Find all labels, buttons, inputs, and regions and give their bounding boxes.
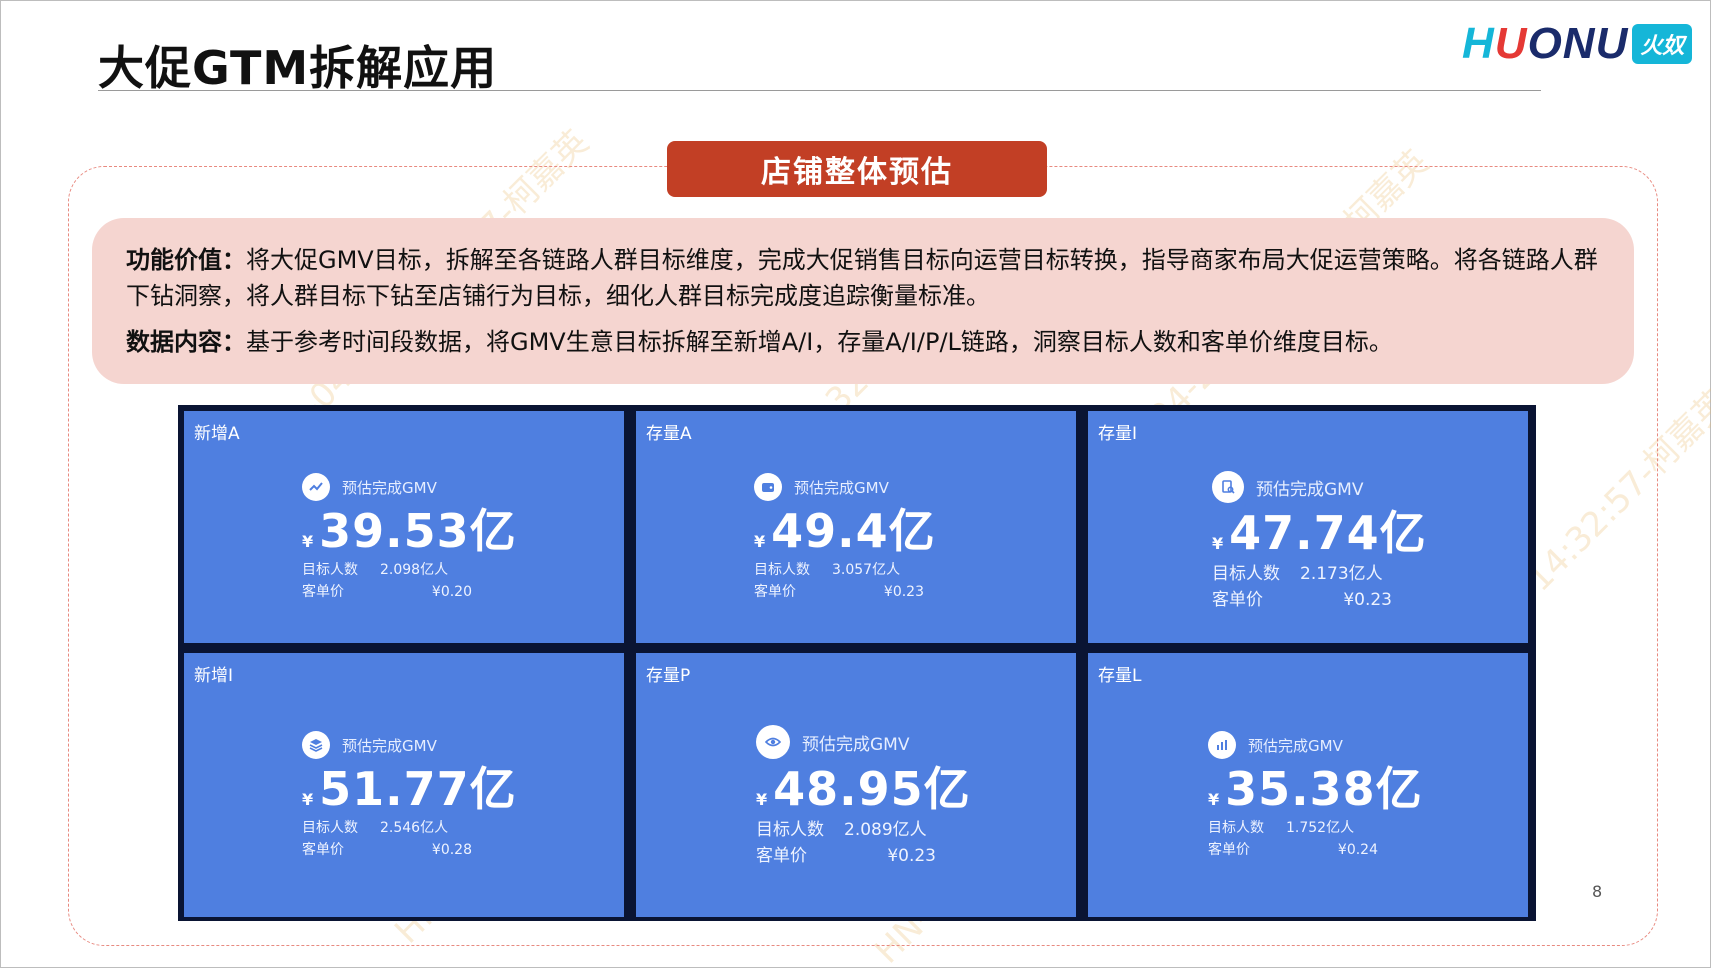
metric-card-stock-i: 存量I 预估完成GMV ¥47.74亿 目标人数 2.173亿人 客单价 ¥0.23 (1088, 411, 1528, 643)
gmv-label: 预估完成GMV (342, 478, 437, 497)
price-label: 客单价 (302, 584, 344, 600)
people-value: 2.089亿人 (844, 820, 927, 840)
currency-symbol: ¥ (756, 790, 768, 809)
people-label: 目标人数 (302, 820, 358, 836)
gmv-value: 51.77亿 (319, 762, 517, 816)
section-title: 店铺整体预估 (667, 141, 1047, 197)
currency-symbol: ¥ (302, 532, 314, 551)
people-label: 目标人数 (302, 562, 358, 578)
currency-symbol: ¥ (302, 790, 314, 809)
gmv-value: 39.53亿 (319, 504, 517, 558)
layers-icon (302, 731, 330, 759)
people-value: 1.752亿人 (1286, 820, 1355, 836)
gmv-label: 预估完成GMV (1256, 479, 1364, 500)
price-value: ¥0.23 (887, 846, 936, 866)
price-value: ¥0.24 (1337, 842, 1378, 858)
people-label: 目标人数 (1208, 820, 1264, 836)
people-label: 目标人数 (754, 562, 810, 578)
wallet-icon (754, 473, 782, 501)
price-value: ¥0.28 (431, 842, 472, 858)
card-title: 存量P (646, 666, 691, 686)
gmv-value: 47.74亿 (1229, 506, 1427, 560)
price-value: ¥0.23 (1343, 590, 1392, 610)
card-title: 新增A (194, 424, 240, 444)
gmv-value: 48.95亿 (773, 762, 971, 816)
metric-card-stock-l: 存量L 预估完成GMV ¥35.38亿 目标人数 1.752亿人 客单价 ¥0.24 (1088, 653, 1528, 917)
currency-symbol: ¥ (754, 532, 766, 551)
people-value: 2.173亿人 (1300, 564, 1383, 584)
title-divider (98, 90, 1541, 91)
page-title: 大促GTM拆解应用 (98, 41, 498, 95)
metric-card-stock-p: 存量P 预估完成GMV ¥48.95亿 目标人数 2.089亿人 客单价 ¥0.23 (636, 653, 1076, 917)
price-label: 客单价 (756, 846, 807, 866)
card-title: 存量L (1098, 666, 1142, 686)
gmv-label: 预估完成GMV (342, 736, 437, 755)
eye-icon (756, 725, 790, 759)
info-line-content: 数据内容：基于参考时间段数据，将GMV生意目标拆解至新增A/I，存量A/I/P/… (126, 328, 1393, 356)
gmv-value: 35.38亿 (1225, 762, 1423, 816)
brand-logo: HUONU 火奴 (1462, 19, 1693, 68)
price-value: ¥0.23 (883, 584, 924, 600)
people-label: 目标人数 (1212, 564, 1280, 584)
currency-symbol: ¥ (1208, 790, 1220, 809)
logo-wordmark: HUONU (1462, 19, 1629, 68)
gmv-label: 预估完成GMV (794, 478, 889, 497)
people-value: 2.098亿人 (380, 562, 449, 578)
metric-card-new-a: 新增A 预估完成GMV ¥39.53亿 目标人数 2.098亿人 客单价 ¥0.20 (184, 411, 624, 643)
gmv-label: 预估完成GMV (802, 734, 910, 755)
search-doc-icon (1212, 471, 1244, 503)
info-box: 功能价值：将大促GMV目标，拆解至各链路人群目标维度，完成大促销售目标向运营目标… (92, 218, 1634, 384)
price-label: 客单价 (302, 842, 344, 858)
price-label: 客单价 (1208, 842, 1250, 858)
card-title: 新增I (194, 666, 234, 686)
currency-symbol: ¥ (1212, 534, 1224, 553)
trend-icon (302, 473, 330, 501)
logo-badge: 火奴 (1632, 24, 1693, 64)
bar-chart-icon (1208, 731, 1236, 759)
page-number: 8 (1592, 882, 1603, 901)
metric-grid: 新增A 预估完成GMV ¥39.53亿 目标人数 2.098亿人 客单价 ¥0.20… (178, 405, 1536, 921)
people-label: 目标人数 (756, 820, 824, 840)
people-value: 2.546亿人 (380, 820, 449, 836)
metric-card-new-i: 新增I 预估完成GMV ¥51.77亿 目标人数 2.546亿人 客单价 ¥0.28 (184, 653, 624, 917)
price-label: 客单价 (754, 584, 796, 600)
info-line-value: 功能价值：将大促GMV目标，拆解至各链路人群目标维度，完成大促销售目标向运营目标… (126, 246, 1598, 310)
price-label: 客单价 (1212, 590, 1263, 610)
price-value: ¥0.20 (431, 584, 472, 600)
gmv-label: 预估完成GMV (1248, 736, 1343, 755)
card-title: 存量I (1098, 424, 1138, 444)
card-title: 存量A (646, 424, 692, 444)
people-value: 3.057亿人 (832, 562, 901, 578)
metric-card-stock-a: 存量A 预估完成GMV ¥49.4亿 目标人数 3.057亿人 客单价 ¥0.23 (636, 411, 1076, 643)
gmv-value: 49.4亿 (771, 504, 936, 558)
